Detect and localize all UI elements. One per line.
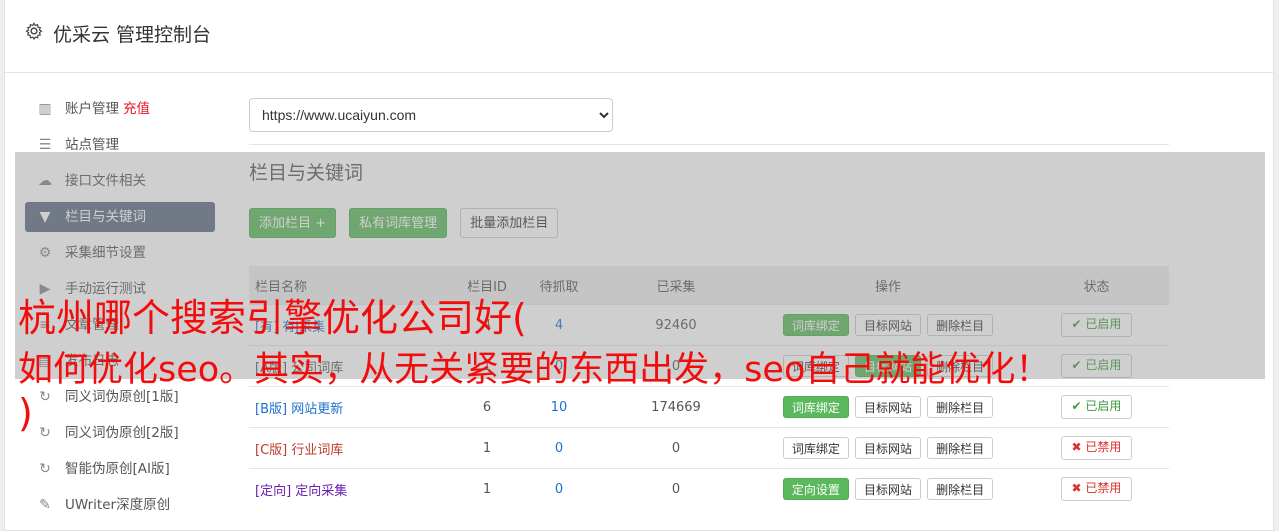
delete-column-button[interactable]: 删除栏目 <box>927 437 994 459</box>
cell-status: ✖ 已禁用 <box>1024 427 1169 469</box>
overlay-line-3: ) <box>18 391 33 435</box>
cell-status: ✖ 已禁用 <box>1024 468 1169 509</box>
sidebar-item-label: 智能伪原创[AI版] <box>65 461 170 477</box>
edit-icon: ✎ <box>39 497 51 513</box>
delete-column-button[interactable]: 删除栏目 <box>927 478 994 500</box>
cell-collected: 0 <box>600 427 752 469</box>
cell-collected: 0 <box>600 468 752 509</box>
bind-library-button[interactable]: 词库绑定 <box>782 437 849 459</box>
cell-name: [C版] 行业词库 <box>249 427 456 469</box>
cell-pending: 0 <box>518 468 600 509</box>
overlay-line-1: 杭州哪个搜索引擎优化公司好( <box>18 296 527 340</box>
target-site-button[interactable]: 目标网站 <box>854 437 921 459</box>
status-badge[interactable]: ✖ 已禁用 <box>1060 477 1133 501</box>
gear-icon <box>25 22 43 40</box>
cell-pending: 0 <box>518 427 600 469</box>
divider <box>249 144 1169 145</box>
row-name[interactable]: 定向采集 <box>295 484 347 499</box>
status-badge[interactable]: ✖ 已禁用 <box>1060 436 1133 460</box>
target-site-button[interactable]: 目标网站 <box>854 478 921 500</box>
overlay-line-2: 如何优化seo。其实，从无关紧要的东西出发，seo自己就能优化！ <box>18 350 1051 390</box>
table-row: [定向] 定向采集 1 0 0 定向设置 目标网站 删除栏目 ✖ 已禁用 <box>249 468 1169 509</box>
row-name[interactable]: 行业词库 <box>291 443 343 458</box>
sidebar-item-label: UWriter深度原创 <box>65 497 171 513</box>
pending-count[interactable]: 0 <box>555 482 563 497</box>
row-tag: [C版] <box>255 442 288 458</box>
overlay-text: 杭州哪个搜索引擎优化公司好( 如何优化seo。其实，从无关紧要的东西出发，seo… <box>18 292 1268 435</box>
status-label: 已禁用 <box>1085 440 1122 454</box>
bar-chart-icon: ▥ <box>38 101 52 117</box>
sidebar-item-uwriter[interactable]: ✎ UWriter深度原创 <box>25 490 215 520</box>
sidebar-item-account[interactable]: ▥ 账户管理 充值 <box>25 94 215 124</box>
cell-ops: 词库绑定 目标网站 删除栏目 <box>752 427 1024 469</box>
site-select[interactable]: https://www.ucaiyun.com <box>249 98 613 132</box>
row-tag: [定向] <box>255 483 292 499</box>
header-bar: 优采云 管理控制台 <box>5 0 1273 73</box>
cell-ops: 定向设置 目标网站 删除栏目 <box>752 468 1024 509</box>
recharge-link[interactable]: 充值 <box>123 101 150 117</box>
cell-name: [定向] 定向采集 <box>249 468 456 509</box>
sidebar-item-label: 账户管理 <box>65 101 119 117</box>
cell-id: 1 <box>456 468 518 509</box>
sidebar-item-label: 站点管理 <box>65 137 119 153</box>
cell-id: 1 <box>456 427 518 469</box>
table-row: [C版] 行业词库 1 0 0 词库绑定 目标网站 删除栏目 ✖ 已禁用 <box>249 427 1169 469</box>
pending-count[interactable]: 0 <box>555 441 563 456</box>
main-content: https://www.ucaiyun.com 栏目与关键词 添加栏目 + 私有… <box>249 98 1169 509</box>
sidebar-item-ai-rewrite[interactable]: ↻ 智能伪原创[AI版] <box>25 454 215 484</box>
page-title: 优采云 管理控制台 <box>53 24 212 46</box>
server-icon: ☰ <box>38 137 52 153</box>
directed-settings-button[interactable]: 定向设置 <box>782 478 849 500</box>
status-label: 已禁用 <box>1085 481 1122 495</box>
refresh-icon: ↻ <box>39 461 51 477</box>
